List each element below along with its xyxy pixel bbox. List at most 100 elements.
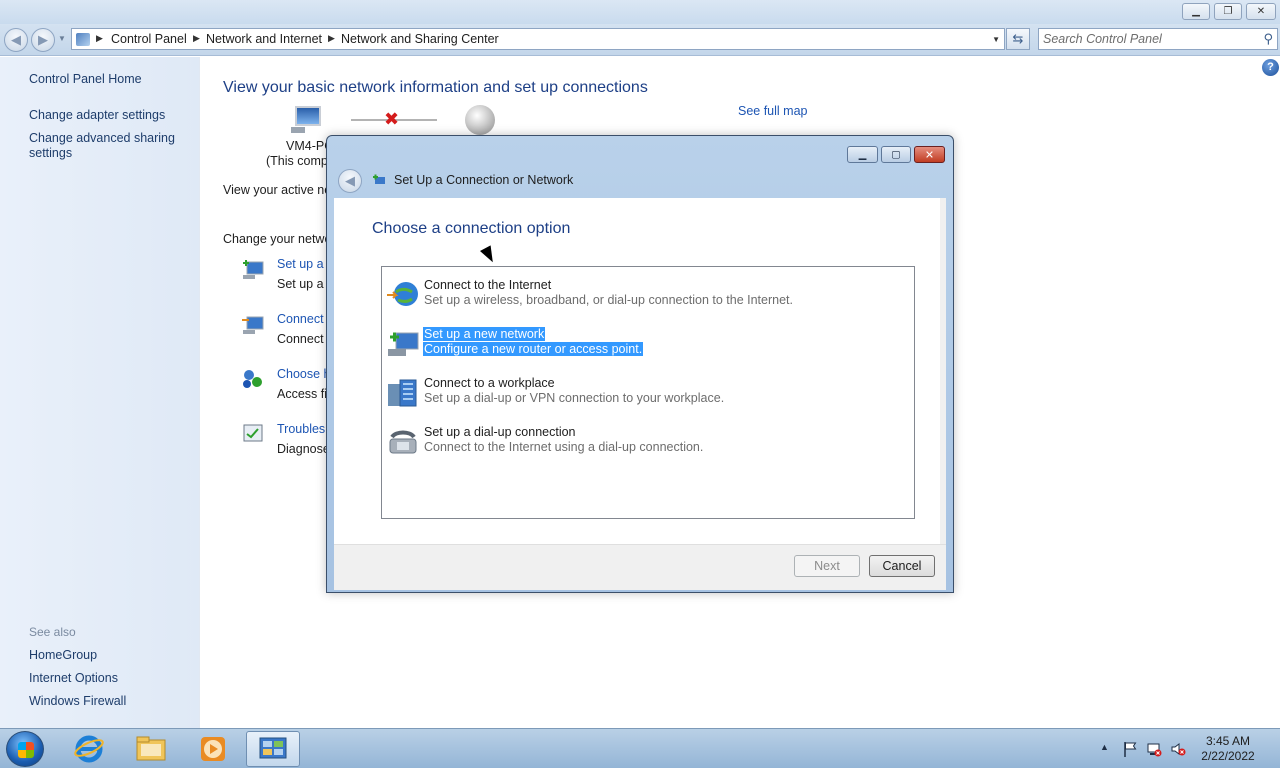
change-adapter-settings-link[interactable]: Change adapter settings (29, 108, 189, 123)
restore-icon: ❐ (1223, 5, 1233, 17)
help-icon: ? (1267, 61, 1274, 73)
title-bar: ▁ ❐ ✕ (0, 0, 1280, 24)
taskbar-internet-explorer[interactable] (62, 731, 116, 767)
breadcrumb-separator-icon[interactable]: ▶ (193, 33, 200, 44)
system-clock[interactable]: 3:45 AM 2/22/2022 (1196, 734, 1260, 764)
dialog-back-button[interactable]: ◀ (338, 169, 362, 193)
search-icon[interactable]: ⚲ (1263, 31, 1273, 47)
file-explorer-icon (136, 736, 166, 761)
dialog-title: Set Up a Connection or Network (394, 173, 574, 187)
see-full-map-link[interactable]: See full map (738, 104, 807, 118)
taskbar-control-panel[interactable] (246, 731, 300, 767)
dialog-heading: Choose a connection option (372, 220, 571, 237)
close-icon: ✕ (924, 149, 935, 161)
computer-icon (291, 106, 323, 133)
option-connect-internet[interactable]: Connect to the Internet Set up a wireles… (386, 278, 793, 324)
cancel-button[interactable]: Cancel (869, 555, 935, 577)
dialog-minimize-button[interactable]: ▁ (847, 146, 878, 163)
connection-options-list: Connect to the Internet Set up a wireles… (381, 266, 915, 519)
troubleshoot-icon (243, 424, 263, 442)
breadcrumb-control-panel[interactable]: Control Panel (111, 32, 187, 46)
option-title: Connect to a workplace (424, 376, 555, 390)
recent-pages-dropdown-icon[interactable]: ▼ (58, 34, 66, 43)
internet-options-link[interactable]: Internet Options (29, 671, 189, 686)
task-link[interactable]: Troublesh (277, 422, 332, 436)
minimize-button[interactable]: ▁ (1182, 3, 1210, 20)
option-setup-new-network[interactable]: Set up a new network Configure a new rou… (386, 327, 786, 373)
computer-subtitle: (This comp (266, 154, 328, 168)
new-network-icon (388, 332, 419, 356)
close-icon: ✕ (1256, 5, 1266, 17)
forward-button[interactable]: ▶ (31, 28, 55, 52)
task-link[interactable]: Connect t (277, 312, 331, 326)
dialog-footer: Next Cancel (334, 544, 946, 590)
refresh-button[interactable]: ⇆ (1006, 28, 1030, 50)
breadcrumb-separator-icon[interactable]: ▶ (96, 33, 103, 44)
media-player-icon (201, 737, 225, 761)
show-hidden-icons-icon[interactable]: ▲ (1100, 742, 1109, 752)
dialog-maximize-button[interactable]: ▢ (881, 146, 911, 163)
option-connect-workplace[interactable]: Connect to a workplace Set up a dial-up … (386, 376, 786, 422)
maximize-icon: ▢ (891, 149, 901, 160)
forward-arrow-icon: ▶ (38, 32, 48, 47)
see-also-label: See also (29, 625, 76, 639)
workplace-icon (388, 379, 417, 407)
internet-globe-icon (465, 105, 495, 135)
start-button[interactable] (6, 731, 44, 767)
back-button[interactable]: ◀ (4, 28, 28, 52)
setup-network-icon (243, 260, 264, 279)
close-button[interactable]: ✕ (1246, 3, 1276, 20)
breadcrumb-network-sharing-center[interactable]: Network and Sharing Center (341, 32, 499, 46)
task-description: Diagnose (277, 442, 330, 456)
back-arrow-icon: ◀ (11, 32, 21, 47)
dialog-body: Choose a connection option Connect to th… (334, 198, 946, 544)
minimize-icon: ▁ (858, 149, 867, 160)
control-panel-icon (76, 33, 90, 46)
breadcrumb-network-and-internet[interactable]: Network and Internet (206, 32, 322, 46)
network-disconnected-icon[interactable] (1146, 741, 1162, 757)
restore-button[interactable]: ❐ (1214, 3, 1242, 20)
taskbar-media-player[interactable] (186, 731, 240, 767)
control-panel-home-link[interactable]: Control Panel Home (29, 72, 189, 87)
homegroup-link[interactable]: HomeGroup (29, 648, 189, 663)
search-input[interactable] (1043, 31, 1253, 47)
task-link[interactable]: Choose h (277, 367, 331, 381)
help-button[interactable]: ? (1262, 59, 1279, 76)
breadcrumb-separator-icon[interactable]: ▶ (328, 33, 335, 44)
volume-muted-icon[interactable] (1170, 741, 1186, 757)
scrollbar-track[interactable] (940, 198, 946, 544)
change-settings-label: Change your netwo (223, 232, 332, 246)
option-description: Set up a dial-up or VPN connection to yo… (424, 391, 725, 405)
active-networks-label: View your active ne (223, 183, 332, 197)
task-description: Connect (277, 332, 324, 346)
connect-network-icon (242, 316, 264, 334)
option-description: Set up a wireless, broadband, or dial-up… (424, 293, 793, 307)
task-description: Access fil (277, 387, 330, 401)
homegroup-icon (243, 370, 262, 388)
address-bar-area: ◀ ▶ ▼ ▶ Control Panel ▶ Network and Inte… (0, 24, 1280, 56)
phone-icon (389, 430, 417, 454)
left-navigation-pane: Control Panel Home Change adapter settin… (0, 57, 200, 728)
clock-time: 3:45 AM (1205, 734, 1251, 748)
address-dropdown-icon[interactable]: ▼ (992, 35, 1000, 44)
address-field[interactable]: ▶ Control Panel ▶ Network and Internet ▶… (71, 28, 1005, 50)
taskbar-windows-explorer[interactable] (124, 731, 178, 767)
setup-connection-dialog: ▁ ▢ ✕ ◀ Set Up a Connection or Network C… (326, 135, 954, 593)
globe-connect-icon (387, 282, 418, 306)
search-box[interactable]: ⚲ (1038, 28, 1278, 50)
option-dialup-connection[interactable]: Set up a dial-up connection Connect to t… (386, 425, 786, 471)
action-center-flag-icon[interactable] (1122, 741, 1138, 757)
option-title: Connect to the Internet (424, 278, 552, 292)
windows-firewall-link[interactable]: Windows Firewall (29, 694, 189, 709)
control-panel-icon (259, 737, 287, 759)
refresh-icon: ⇆ (1012, 31, 1024, 46)
windows-logo-icon (18, 742, 34, 758)
option-title: Set up a dial-up connection (424, 425, 576, 439)
network-setup-icon (373, 174, 385, 184)
option-title: Set up a new network (423, 327, 546, 341)
dialog-close-button[interactable]: ✕ (914, 146, 945, 163)
change-advanced-sharing-link[interactable]: Change advanced sharing settings (29, 131, 179, 161)
option-description: Configure a new router or access point. (423, 342, 644, 356)
next-button[interactable]: Next (794, 555, 860, 577)
page-title: View your basic network information and … (223, 79, 648, 96)
